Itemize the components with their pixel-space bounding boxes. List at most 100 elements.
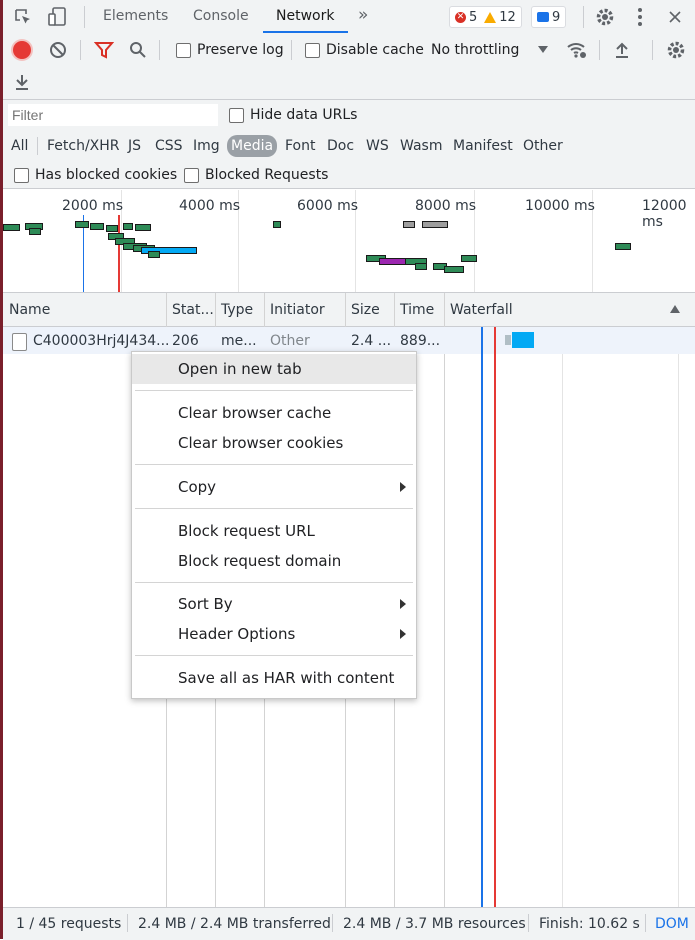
filter-type-manifest[interactable]: Manifest xyxy=(453,138,513,154)
blocked-requests-checkbox[interactable] xyxy=(184,168,199,183)
search-icon[interactable] xyxy=(129,41,147,59)
chevron-down-icon[interactable] xyxy=(538,46,548,53)
dom-content-loaded-line xyxy=(481,327,483,907)
device-toolbar-icon[interactable] xyxy=(46,6,68,28)
filter-type-font[interactable]: Font xyxy=(285,138,315,154)
throttling-select[interactable]: No throttling xyxy=(431,42,519,58)
column-header-status[interactable]: Stat... xyxy=(172,302,214,318)
tab-console[interactable]: Console xyxy=(193,8,249,24)
request-name[interactable]: C400003Hrj4J434... xyxy=(33,333,170,349)
column-header-waterfall[interactable]: Waterfall xyxy=(450,302,513,318)
submenu-arrow-icon xyxy=(400,629,406,639)
overview-request-bar xyxy=(90,223,104,230)
tab-network[interactable]: Network xyxy=(276,8,334,24)
network-settings-gear-icon[interactable] xyxy=(665,39,687,61)
filter-type-js[interactable]: JS xyxy=(128,138,141,154)
request-status: 206 xyxy=(172,333,199,349)
overview-tick: 2000 ms xyxy=(62,198,124,214)
column-header-initiator[interactable]: Initiator xyxy=(270,302,325,318)
menu-item-copy[interactable]: Copy xyxy=(132,472,416,502)
network-conditions-wifi-icon[interactable] xyxy=(566,40,588,60)
overview-request-bar xyxy=(123,223,133,230)
column-header-size[interactable]: Size xyxy=(351,302,380,318)
filter-type-media[interactable]: Media xyxy=(227,135,278,157)
filter-type-doc[interactable]: Doc xyxy=(327,138,354,154)
status-divider xyxy=(645,914,646,932)
filter-type-all[interactable]: All xyxy=(11,138,28,154)
tab-elements[interactable]: Elements xyxy=(103,8,168,24)
overview-request-bar xyxy=(106,225,118,232)
filter-divider xyxy=(37,137,38,155)
hide-data-urls-checkbox[interactable] xyxy=(229,108,244,123)
waterfall-download-bar xyxy=(512,332,534,348)
settings-gear-icon[interactable] xyxy=(594,6,616,28)
column-header-type[interactable]: Type xyxy=(221,302,253,318)
preserve-log-label: Preserve log xyxy=(197,42,284,58)
overview-request-bar xyxy=(403,221,415,228)
status-resources: 2.4 MB / 3.7 MB resources xyxy=(343,916,526,932)
request-time: 889... xyxy=(400,333,441,349)
toolbar-divider xyxy=(583,6,584,28)
messages-count: 9 xyxy=(552,9,561,25)
load-event-line xyxy=(494,327,496,907)
overview-request-bar xyxy=(148,251,160,258)
filter-input[interactable] xyxy=(8,104,218,126)
menu-separator xyxy=(135,655,413,656)
overview-request-bar xyxy=(379,258,407,265)
import-har-upload-icon[interactable] xyxy=(614,41,630,59)
messages-badge[interactable]: 9 xyxy=(531,6,567,28)
kebab-menu-icon[interactable] xyxy=(636,7,644,27)
overview-tick: 10000 ms xyxy=(525,198,595,214)
filter-type-img[interactable]: Img xyxy=(193,138,220,154)
error-icon: ✕ xyxy=(455,11,466,23)
blocked-requests-label: Blocked Requests xyxy=(205,167,329,183)
toolbar-divider xyxy=(159,40,160,60)
overview-request-bar xyxy=(444,266,464,273)
warnings-count: 12 xyxy=(499,9,516,25)
more-tabs-button[interactable]: » xyxy=(358,5,368,25)
overview-request-bar xyxy=(461,255,477,262)
status-requests: 1 / 45 requests xyxy=(16,916,122,932)
menu-item-block-request-domain[interactable]: Block request domain xyxy=(132,546,416,576)
export-har-download-icon[interactable] xyxy=(14,73,30,91)
toolbar-divider xyxy=(80,40,81,60)
menu-item-block-request-url[interactable]: Block request URL xyxy=(132,516,416,546)
filter-type-fetch-xhr[interactable]: Fetch/XHR xyxy=(47,138,120,154)
status-dom-content-loaded: DOM xyxy=(655,916,689,932)
filter-type-other[interactable]: Other xyxy=(523,138,563,154)
errors-badge[interactable]: ✕ 5 12 xyxy=(449,6,522,28)
filter-type-wasm[interactable]: Wasm xyxy=(400,138,442,154)
menu-item-clear-browser-cookies[interactable]: Clear browser cookies xyxy=(132,428,416,458)
warning-icon xyxy=(484,11,497,23)
active-tab-indicator xyxy=(263,31,348,33)
filter-type-css[interactable]: CSS xyxy=(155,138,183,154)
clear-icon[interactable] xyxy=(49,41,67,59)
submenu-arrow-icon xyxy=(400,599,406,609)
menu-item-sort-by[interactable]: Sort By xyxy=(132,589,416,619)
preserve-log-checkbox[interactable] xyxy=(176,43,191,58)
inspect-element-icon[interactable] xyxy=(13,7,33,27)
request-table-header xyxy=(3,293,695,327)
close-devtools-icon[interactable] xyxy=(667,9,683,25)
filter-funnel-icon[interactable] xyxy=(93,41,115,59)
message-icon xyxy=(537,12,549,22)
toolbar-divider xyxy=(652,40,653,60)
menu-separator xyxy=(135,390,413,391)
filter-type-ws[interactable]: WS xyxy=(366,138,389,154)
status-finish: Finish: 10.62 s xyxy=(539,916,640,932)
column-header-time[interactable]: Time xyxy=(400,302,434,318)
has-blocked-cookies-checkbox[interactable] xyxy=(14,168,29,183)
overview-timeline[interactable]: 2000 ms 4000 ms 6000 ms 8000 ms 10000 ms… xyxy=(3,190,695,293)
disable-cache-checkbox[interactable] xyxy=(305,43,320,58)
record-button[interactable] xyxy=(13,41,31,59)
menu-item-header-options[interactable]: Header Options xyxy=(132,619,416,649)
sort-ascending-icon[interactable] xyxy=(670,305,680,313)
context-menu: Open in new tab Clear browser cache Clea… xyxy=(131,351,417,699)
disable-cache-label: Disable cache xyxy=(326,42,424,58)
toolbar-divider xyxy=(599,40,600,60)
menu-separator xyxy=(135,582,413,583)
menu-item-save-all-as-har[interactable]: Save all as HAR with content xyxy=(132,663,416,693)
menu-item-open-in-new-tab[interactable]: Open in new tab xyxy=(132,354,416,384)
column-header-name[interactable]: Name xyxy=(9,302,50,318)
menu-item-clear-browser-cache[interactable]: Clear browser cache xyxy=(132,398,416,428)
